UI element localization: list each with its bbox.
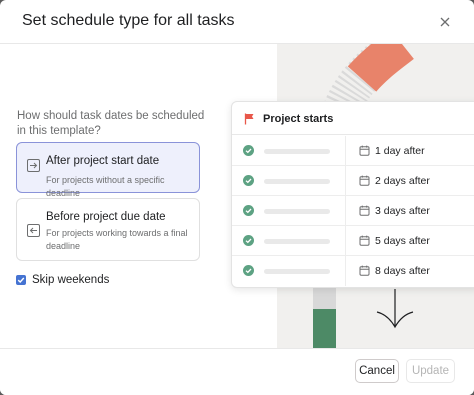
task-row: 1 day after bbox=[232, 136, 474, 166]
offset-label: 1 day after bbox=[375, 145, 425, 157]
task-row: 2 days after bbox=[232, 166, 474, 196]
task-name-placeholder bbox=[264, 269, 330, 274]
task-row: 8 days after bbox=[232, 256, 474, 286]
skip-weekends: Skip weekends bbox=[16, 273, 109, 286]
schedule-question: How should task dates be scheduled in th… bbox=[17, 110, 205, 137]
divider bbox=[345, 196, 346, 226]
option-title: Before project due date bbox=[46, 211, 166, 223]
option-title: After project start date bbox=[46, 155, 160, 167]
schedule-dialog: Set schedule type for all tasks How shou… bbox=[0, 0, 474, 395]
divider bbox=[345, 256, 346, 286]
task-name-placeholder bbox=[264, 149, 330, 154]
calendar-icon bbox=[359, 175, 370, 186]
arrow-right-icon bbox=[27, 159, 40, 172]
divider bbox=[345, 166, 346, 196]
check-circle-icon bbox=[243, 205, 254, 216]
option-description: For projects without a specific deadline bbox=[46, 175, 165, 198]
offset-label: 8 days after bbox=[375, 265, 430, 277]
divider bbox=[345, 136, 346, 166]
calendar-icon bbox=[359, 265, 370, 276]
arrow-left-icon bbox=[27, 224, 40, 237]
offset-label: 2 days after bbox=[375, 175, 430, 187]
skip-weekends-label: Skip weekends bbox=[32, 273, 110, 286]
cancel-button[interactable]: Cancel bbox=[355, 359, 399, 383]
dialog-header: Set schedule type for all tasks bbox=[0, 0, 474, 44]
close-icon bbox=[440, 17, 450, 27]
option-description: For projects working towards a final dea… bbox=[46, 228, 188, 251]
check-circle-icon bbox=[243, 145, 254, 156]
schedule-preview-card: Project starts 1 day after 2 days after 3 … bbox=[231, 101, 474, 288]
update-button[interactable]: Update bbox=[406, 359, 455, 383]
check-circle-icon bbox=[243, 265, 254, 276]
skip-weekends-checkbox[interactable] bbox=[16, 274, 26, 285]
option-before-due[interactable]: Before project due date For projects wor… bbox=[16, 198, 200, 261]
checkmark-icon bbox=[17, 277, 25, 283]
card-header: Project starts bbox=[232, 102, 474, 135]
task-name-placeholder bbox=[264, 179, 330, 184]
dialog-footer: Cancel Update bbox=[0, 348, 474, 395]
card-title: Project starts bbox=[263, 113, 334, 125]
close-button[interactable] bbox=[436, 13, 454, 31]
option-after-start[interactable]: After project start date For projects wi… bbox=[16, 142, 200, 198]
divider bbox=[345, 226, 346, 256]
flag-icon bbox=[244, 113, 254, 125]
calendar-icon bbox=[359, 235, 370, 246]
task-name-placeholder bbox=[264, 239, 330, 244]
offset-label: 3 days after bbox=[375, 205, 430, 217]
calendar-icon bbox=[359, 205, 370, 216]
calendar-icon bbox=[359, 145, 370, 156]
offset-label: 5 days after bbox=[375, 235, 430, 247]
task-name-placeholder bbox=[264, 209, 330, 214]
check-circle-icon bbox=[243, 235, 254, 246]
check-circle-icon bbox=[243, 175, 254, 186]
task-row: 5 days after bbox=[232, 226, 474, 256]
dialog-title: Set schedule type for all tasks bbox=[22, 12, 235, 29]
task-row: 3 days after bbox=[232, 196, 474, 226]
